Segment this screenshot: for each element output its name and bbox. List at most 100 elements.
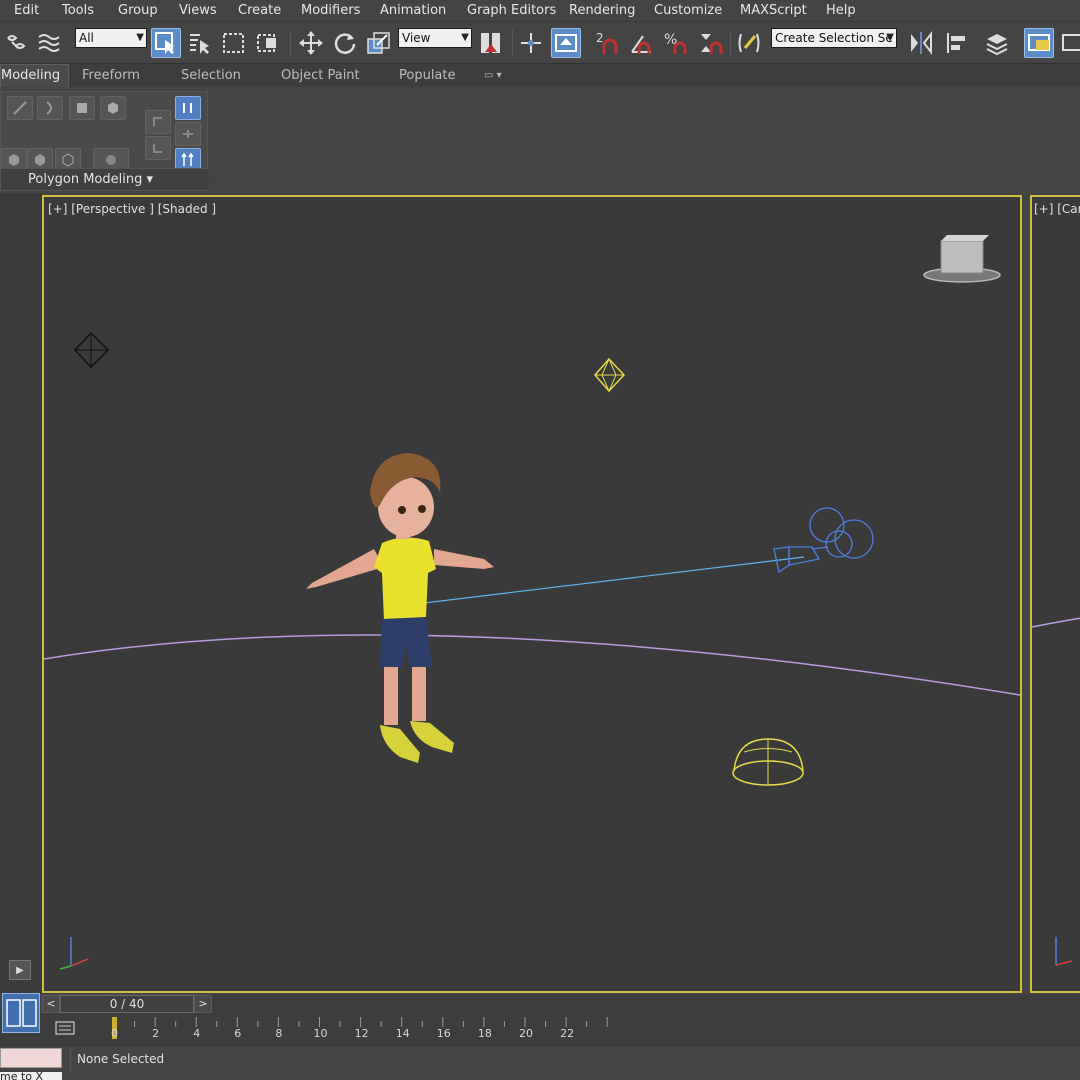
polygon-modeling-label: Polygon Modeling: [28, 172, 143, 187]
snaps-toggle-icon[interactable]: 2: [592, 28, 622, 58]
stack-up-icon[interactable]: [145, 110, 171, 134]
timeline-tick-label: 4: [193, 1027, 201, 1040]
omni-light-icon: [594, 357, 626, 393]
tab-freeform[interactable]: Freeform: [82, 68, 140, 83]
script-hint: me to X: [0, 1072, 62, 1080]
scale-icon[interactable]: [364, 28, 394, 58]
stack-down-icon[interactable]: [145, 136, 171, 160]
pin-stack-icon[interactable]: [175, 122, 201, 146]
timeline-tick-label: 2: [152, 1027, 160, 1040]
mirror-icon[interactable]: [906, 28, 936, 58]
camera-viewport[interactable]: [+] [Cam: [1030, 195, 1080, 993]
previous-frame-button[interactable]: <: [42, 995, 60, 1013]
edit-named-selection-icon[interactable]: [734, 28, 764, 58]
ribbon-tab-bar: Modeling Freeform Selection Object Paint…: [0, 64, 1080, 87]
toolbar-separator: [730, 30, 731, 56]
axis-tripod-icon: [59, 937, 89, 970]
show-end-result-icon[interactable]: [175, 96, 201, 120]
layer-explorer-icon[interactable]: [982, 28, 1012, 58]
timeline-track[interactable]: 0 2 4 6 8 10 12 14 16 18 20 22: [0, 993, 1080, 1045]
ribbon-options-icon[interactable]: ▭ ▾: [484, 70, 502, 81]
tab-modeling[interactable]: Modeling: [0, 64, 70, 87]
selection-status: None Selected: [70, 1048, 1080, 1072]
polygon-mode-icon[interactable]: [69, 96, 95, 120]
edge-mode-icon[interactable]: [37, 96, 63, 120]
time-slider-thumb[interactable]: 0 / 40: [60, 995, 194, 1013]
named-selection-value: Create Selection Se: [775, 31, 893, 45]
rectangular-selection-icon[interactable]: [219, 28, 249, 58]
reference-coordinate-dropdown[interactable]: View ▼: [398, 28, 472, 48]
chevron-down-icon: ▼: [461, 32, 469, 43]
angle-snap-icon[interactable]: [627, 28, 657, 58]
pivot-center-icon[interactable]: [476, 28, 506, 58]
menu-group[interactable]: Group: [118, 3, 158, 18]
chevron-down-icon: ▼: [886, 32, 894, 43]
timeline-tick-label: 6: [234, 1027, 242, 1040]
main-toolbar: All ▼ View ▼ 2 % Create Selection Se ▼: [0, 22, 1080, 64]
perspective-viewport[interactable]: [+] [Perspective ] [Shaded ]: [42, 195, 1022, 993]
ground-circle-spline: [44, 634, 1020, 696]
ribbon-group-label[interactable]: Polygon Modeling ▾: [1, 168, 209, 190]
ribbon-toggle-icon[interactable]: [1058, 28, 1080, 58]
element-mode-icon[interactable]: [100, 96, 126, 120]
selection-filter-dropdown[interactable]: All ▼: [75, 28, 147, 48]
chevron-down-icon: ▾: [146, 172, 154, 187]
reference-coordinate-value: View: [402, 31, 431, 45]
menu-create[interactable]: Create: [238, 3, 281, 18]
vertex-mode-icon[interactable]: [7, 96, 33, 120]
camera-icon: [773, 507, 874, 574]
timeline-tick-label: 0: [111, 1027, 118, 1040]
tab-populate[interactable]: Populate: [399, 68, 456, 83]
menu-animation[interactable]: Animation: [380, 3, 446, 18]
menu-rendering[interactable]: Rendering: [569, 3, 635, 18]
next-frame-button[interactable]: >: [194, 995, 212, 1013]
bind-spacewarp-icon[interactable]: [34, 28, 64, 58]
menu-help[interactable]: Help: [826, 3, 856, 18]
link-icon[interactable]: [2, 28, 32, 58]
timeline-tick-label: 14: [395, 1027, 410, 1040]
timeline-tick-label: 22: [560, 1027, 575, 1040]
scene-explorer-icon[interactable]: [1024, 28, 1054, 58]
point-helper-icon: [73, 331, 110, 369]
time-slider[interactable]: < 0 / 40 >: [42, 995, 1080, 1013]
scene-canvas: [44, 235, 1020, 970]
timeline-ruler: [112, 1017, 608, 1039]
skylight-dome-icon: [732, 738, 804, 786]
select-object-icon[interactable]: [151, 28, 181, 58]
menu-bar: Edit Tools Group Views Create Modifiers …: [0, 0, 1080, 22]
tab-selection[interactable]: Selection: [181, 68, 241, 83]
viewport-layout-tab-icon[interactable]: [2, 993, 40, 1033]
mini-curve-editor-icon[interactable]: [55, 1019, 75, 1037]
timeline-tick-label: 12: [354, 1027, 369, 1040]
percent-snap-icon[interactable]: %: [661, 28, 691, 58]
snap-label: 2: [596, 31, 604, 45]
menu-views[interactable]: Views: [179, 3, 217, 18]
expand-panel-icon[interactable]: ▶: [9, 960, 31, 980]
select-manipulate-icon[interactable]: [516, 28, 546, 58]
menu-tools[interactable]: Tools: [62, 3, 94, 18]
align-icon[interactable]: [942, 28, 972, 58]
menu-customize[interactable]: Customize: [654, 3, 722, 18]
select-by-name-icon[interactable]: [185, 28, 215, 58]
maxscript-listener-field[interactable]: [0, 1048, 62, 1068]
menu-edit[interactable]: Edit: [14, 3, 39, 18]
selection-filter-value: All: [79, 31, 94, 45]
viewport-layout-strip: [0, 193, 42, 993]
timeline-tick-label: 10: [313, 1027, 328, 1040]
timeline-tick-label: 20: [519, 1027, 533, 1040]
menu-maxscript[interactable]: MAXScript: [740, 3, 807, 18]
timeline-tick-label: 8: [275, 1027, 283, 1040]
menu-graph-editors[interactable]: Graph Editors: [467, 3, 556, 18]
viewcube-icon: [923, 235, 1001, 283]
window-crossing-icon[interactable]: [253, 28, 283, 58]
polygon-modeling-group: Polygon Modeling ▾: [0, 91, 209, 191]
toolbar-separator: [512, 30, 513, 56]
keyboard-shortcut-override-icon[interactable]: [551, 28, 581, 58]
named-selection-dropdown[interactable]: Create Selection Se ▼: [771, 28, 897, 48]
move-icon[interactable]: [296, 28, 326, 58]
menu-modifiers[interactable]: Modifiers: [301, 3, 360, 18]
camera-viewport-canvas: [1032, 617, 1080, 966]
spinner-snap-icon[interactable]: [695, 28, 725, 58]
rotate-icon[interactable]: [330, 28, 360, 58]
tab-object-paint[interactable]: Object Paint: [281, 68, 360, 83]
